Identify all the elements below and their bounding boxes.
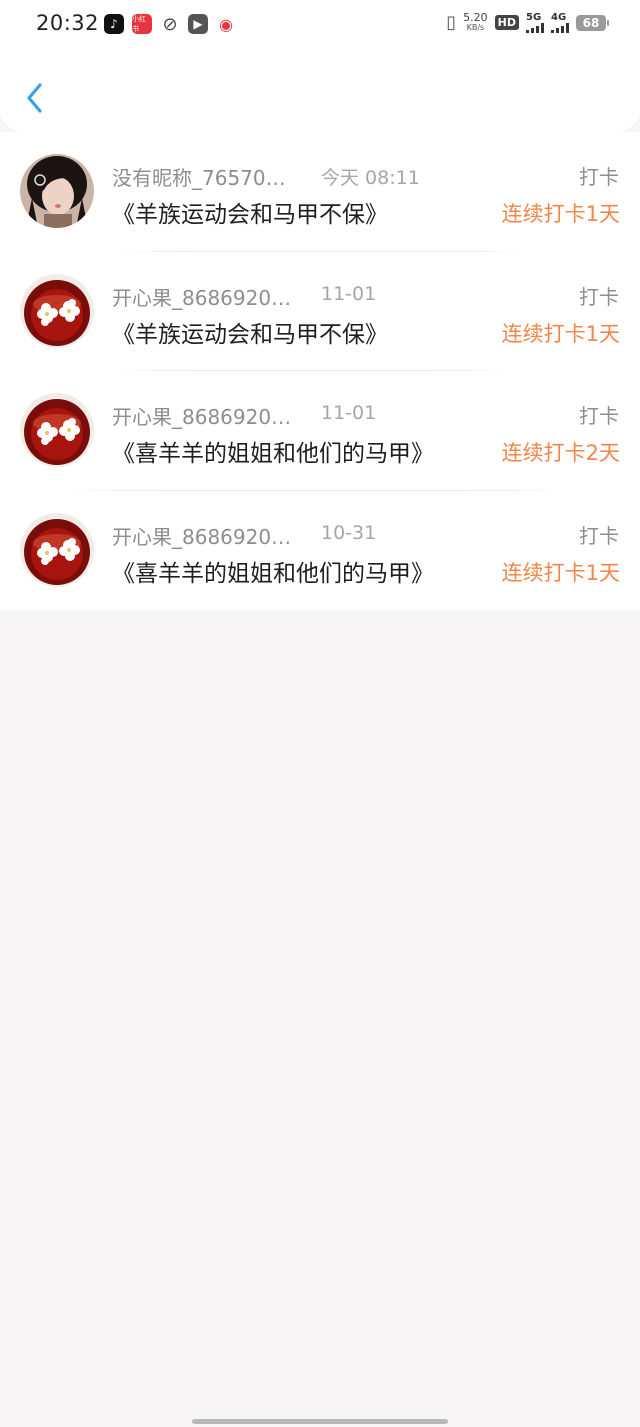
loop-icon: ⊘ xyxy=(162,13,178,35)
xiaohongshu-icon: 小红书 xyxy=(132,14,152,34)
list-item[interactable]: 开心果_8686920… 10-31 《喜羊羊的姐姐和他们的马甲》 打卡 连续打… xyxy=(0,491,640,611)
avatar[interactable] xyxy=(20,273,94,348)
checkin-date: 10-31 xyxy=(321,521,377,544)
home-indicator[interactable] xyxy=(192,1419,448,1424)
list-item[interactable]: 开心果_8686920… 11-01 《喜羊羊的姐姐和他们的马甲》 打卡 连续打… xyxy=(0,371,640,491)
network-speed: 5.20 KB/s xyxy=(463,10,488,33)
checkin-tag: 打卡 xyxy=(579,165,619,189)
sim2-network-label: 4G xyxy=(551,11,567,23)
list-item[interactable]: 没有昵称_76570… 今天 08:11 《羊族运动会和马甲不保》 打卡 连续打… xyxy=(0,132,640,252)
checkin-records-page: 20:32 ♪ 小红书 ⊘ ▶ ◉ ▯ 5.20 KB/s HD 5G 4G 6… xyxy=(0,0,640,1427)
status-bar: 20:32 ♪ 小红书 ⊘ ▶ ◉ ▯ 5.20 KB/s HD 5G 4G 6… xyxy=(0,0,640,50)
network-speed-value: 5.20 xyxy=(463,10,488,24)
checkin-date: 11-01 xyxy=(321,282,377,305)
status-time: 20:32 xyxy=(36,11,100,35)
streak-label: 连续打卡1天 xyxy=(501,560,620,585)
network-speed-unit: KB/s xyxy=(466,22,485,32)
back-button[interactable] xyxy=(22,80,50,116)
user-nickname[interactable]: 开心果_8686920… xyxy=(112,521,297,550)
vibrate-icon: ▯ xyxy=(446,12,457,33)
checkin-date: 11-01 xyxy=(321,402,377,424)
streak-label: 连续打卡1天 xyxy=(501,321,620,346)
system-status-icons: ▯ 5.20 KB/s HD 5G 4G 68 xyxy=(446,10,609,33)
flower-avatar-image xyxy=(20,512,94,587)
hd-voice-badge: HD xyxy=(494,15,519,30)
battery-level: 68 xyxy=(582,15,600,30)
book-title[interactable]: 《羊族运动会和马甲不保》 xyxy=(112,315,388,349)
battery-icon: 68 xyxy=(576,14,609,31)
flower-avatar-image xyxy=(20,393,94,467)
checkin-tag: 打卡 xyxy=(579,404,619,428)
checkin-tag: 打卡 xyxy=(579,523,619,548)
signal-bars-icon xyxy=(526,22,544,33)
signal-bars-icon xyxy=(551,22,569,33)
girl-avatar-image xyxy=(20,154,94,228)
sim1-network-label: 5G xyxy=(526,11,542,23)
chevron-left-icon xyxy=(27,83,42,113)
tiktok-icon: ♪ xyxy=(104,14,124,34)
book-title[interactable]: 《喜羊羊的姐姐和他们的马甲》 xyxy=(112,434,434,468)
red-app-icon: ◉ xyxy=(219,14,233,34)
top-header: 20:32 ♪ 小红书 ⊘ ▶ ◉ ▯ 5.20 KB/s HD 5G 4G 6… xyxy=(0,0,640,132)
avatar[interactable] xyxy=(20,512,94,587)
checkin-tag: 打卡 xyxy=(579,284,619,309)
notification-app-icons: ♪ 小红书 ⊘ ▶ ◉ xyxy=(104,13,236,35)
book-title[interactable]: 《喜羊羊的姐姐和他们的马甲》 xyxy=(112,554,434,588)
flower-avatar-image xyxy=(20,273,94,348)
list-item[interactable]: 开心果_8686920… 11-01 《羊族运动会和马甲不保》 打卡 连续打卡1… xyxy=(0,252,640,371)
checkin-date: 今天 08:11 xyxy=(321,167,420,189)
avatar[interactable] xyxy=(20,154,94,228)
book-title[interactable]: 《羊族运动会和马甲不保》 xyxy=(112,195,388,229)
signal-sim2: 4G xyxy=(551,11,569,33)
checkin-list: 没有昵称_76570… 今天 08:11 《羊族运动会和马甲不保》 打卡 连续打… xyxy=(0,132,640,610)
signal-sim1: 5G xyxy=(526,11,544,33)
user-nickname[interactable]: 开心果_8686920… xyxy=(112,282,297,311)
user-nickname[interactable]: 没有昵称_76570… xyxy=(112,162,297,191)
streak-label: 连续打卡2天 xyxy=(501,441,620,465)
user-nickname[interactable]: 开心果_8686920… xyxy=(112,401,297,430)
video-play-icon: ▶ xyxy=(188,14,208,34)
streak-label: 连续打卡1天 xyxy=(501,202,620,226)
avatar[interactable] xyxy=(20,393,94,467)
